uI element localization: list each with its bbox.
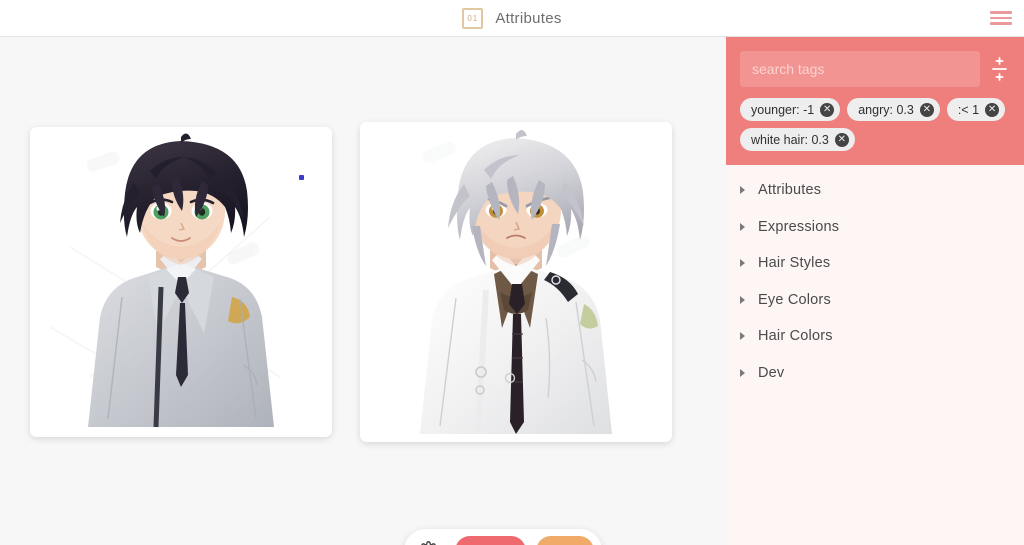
menu-line-3	[990, 22, 1012, 25]
action-toolbar: Update Save	[404, 529, 602, 545]
sidebar-item-dev[interactable]: Dev	[726, 355, 1024, 392]
chevron-right-icon	[740, 186, 745, 195]
source-portrait-image	[30, 127, 332, 437]
tag-label: angry: 0.3	[858, 102, 914, 117]
plus-minus-adjust-icon[interactable]	[988, 51, 1010, 87]
active-tag-list: younger: -1 ✕ angry: 0.3 ✕ :< 1 ✕ white …	[740, 98, 1010, 151]
numbered-badge-icon: 01	[462, 7, 484, 29]
search-input[interactable]	[740, 51, 980, 87]
chevron-right-icon	[740, 222, 745, 231]
category-label: Hair Colors	[758, 328, 833, 345]
chevron-right-icon	[740, 259, 745, 268]
chevron-right-icon	[740, 332, 745, 341]
tag-chip[interactable]: younger: -1 ✕	[740, 98, 841, 121]
category-label: Hair Styles	[758, 255, 831, 272]
logo-text: 01	[467, 13, 479, 23]
category-label: Dev	[758, 364, 785, 381]
close-icon[interactable]: ✕	[985, 102, 1000, 117]
search-row	[740, 51, 1010, 87]
gear-icon[interactable]	[412, 536, 445, 545]
category-label: Eye Colors	[758, 291, 831, 308]
app-root: 01 Attributes search tags younger: -1 ✕ …	[0, 0, 1024, 545]
category-label: Attributes	[758, 182, 822, 199]
app-header: 01 Attributes	[0, 0, 1024, 37]
tag-chip[interactable]: white hair: 0.3 ✕	[740, 128, 855, 151]
tag-chip[interactable]: :< 1 ✕	[946, 98, 1006, 121]
tag-chip[interactable]: angry: 0.3 ✕	[847, 98, 940, 121]
result-portrait-image	[360, 122, 672, 442]
sidebar-item-attributes[interactable]: Attributes	[726, 172, 1024, 209]
image-canvas: Update Save	[0, 37, 726, 545]
save-button[interactable]: Save	[535, 535, 594, 545]
tag-label: younger: -1	[751, 102, 815, 117]
sidebar-item-hair-styles[interactable]: Hair Styles	[726, 245, 1024, 282]
close-icon[interactable]: ✕	[919, 102, 934, 117]
selection-marker-dot	[299, 175, 304, 180]
source-image-frame[interactable]	[30, 127, 332, 437]
result-image-frame[interactable]	[360, 122, 672, 442]
update-button[interactable]: Update	[454, 535, 526, 545]
category-label: Expressions	[758, 218, 840, 235]
sidebar-item-expressions[interactable]: Expressions	[726, 209, 1024, 246]
tag-label: white hair: 0.3	[751, 132, 829, 147]
menu-line-1	[990, 11, 1012, 14]
tag-side-panel: younger: -1 ✕ angry: 0.3 ✕ :< 1 ✕ white …	[726, 37, 1024, 545]
header-brand: 01 Attributes	[462, 7, 562, 29]
menu-line-2	[990, 16, 1012, 20]
sidebar-item-hair-colors[interactable]: Hair Colors	[726, 318, 1024, 355]
category-accordion: Attributes Expressions Hair Styles Eye C…	[726, 165, 1024, 391]
sidebar-item-eye-colors[interactable]: Eye Colors	[726, 282, 1024, 319]
close-icon[interactable]: ✕	[834, 132, 849, 147]
chevron-right-icon	[740, 368, 745, 377]
tag-label: :< 1	[957, 102, 980, 117]
tag-search-area: younger: -1 ✕ angry: 0.3 ✕ :< 1 ✕ white …	[726, 37, 1024, 165]
close-icon[interactable]: ✕	[820, 102, 835, 117]
page-title: Attributes	[495, 9, 562, 27]
hamburger-menu-icon[interactable]	[990, 9, 1012, 27]
chevron-right-icon	[740, 295, 745, 304]
